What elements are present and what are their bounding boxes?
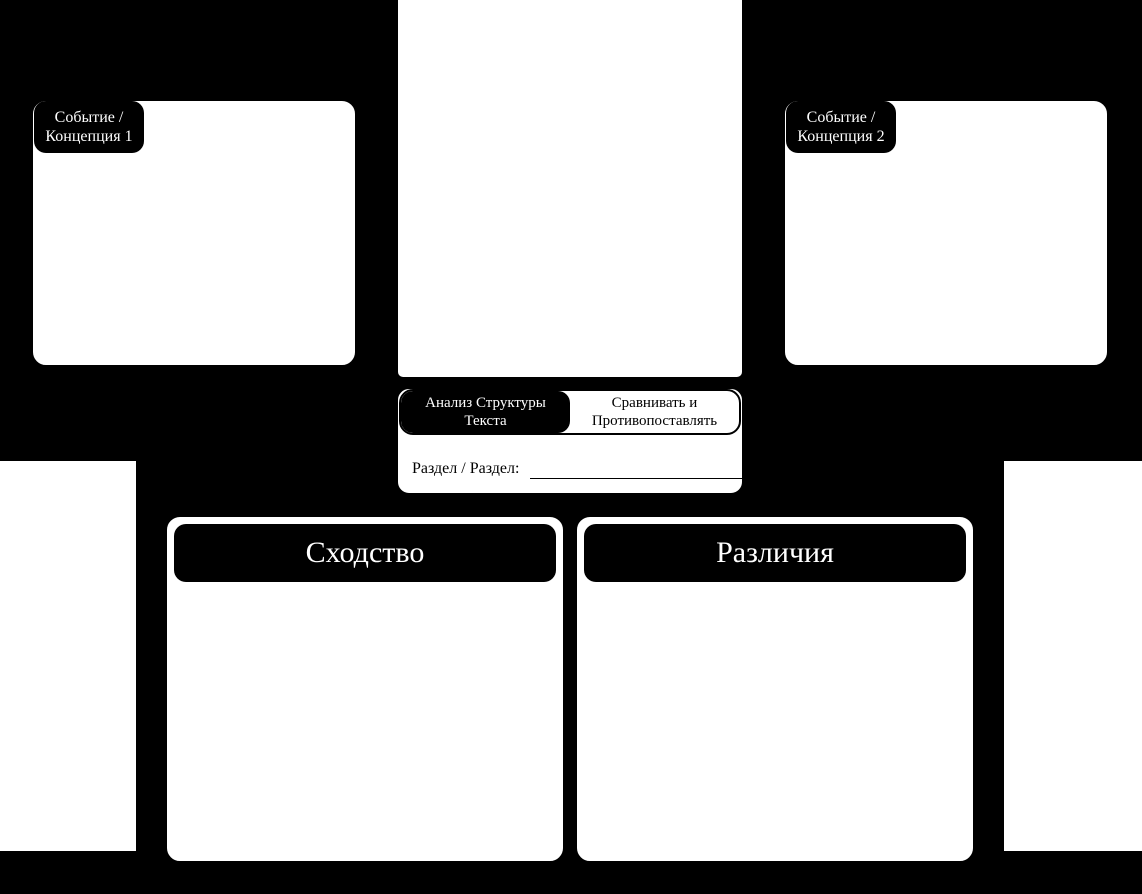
concept-2-tab: Событие / Концепция 2 [786, 101, 896, 153]
center-tab-right-label: Сравнивать и Противопоставлять [576, 394, 733, 430]
section-label-text: Раздел / Раздел: [412, 460, 519, 477]
differences-header-text: Различия [716, 536, 834, 570]
center-tab-row: Анализ Структуры Текста Сравнивать и Про… [399, 389, 741, 435]
center-tab-left-label: Анализ Структуры Текста [407, 394, 564, 430]
concept-1-label: Событие / Концепция 1 [42, 108, 136, 146]
left-side-block [0, 461, 136, 851]
center-tab-left: Анализ Структуры Текста [401, 391, 570, 433]
top-center-panel [395, 0, 745, 380]
similarities-header-text: Сходство [306, 536, 425, 570]
section-label: Раздел / Раздел: [412, 460, 519, 478]
right-side-block [1004, 461, 1142, 851]
concept-1-tab: Событие / Концепция 1 [34, 101, 144, 153]
concept-2-label: Событие / Концепция 2 [794, 108, 888, 146]
section-underline [530, 478, 800, 479]
similarities-header: Сходство [174, 524, 556, 582]
center-tab-right: Сравнивать и Противопоставлять [570, 391, 739, 433]
differences-header: Различия [584, 524, 966, 582]
